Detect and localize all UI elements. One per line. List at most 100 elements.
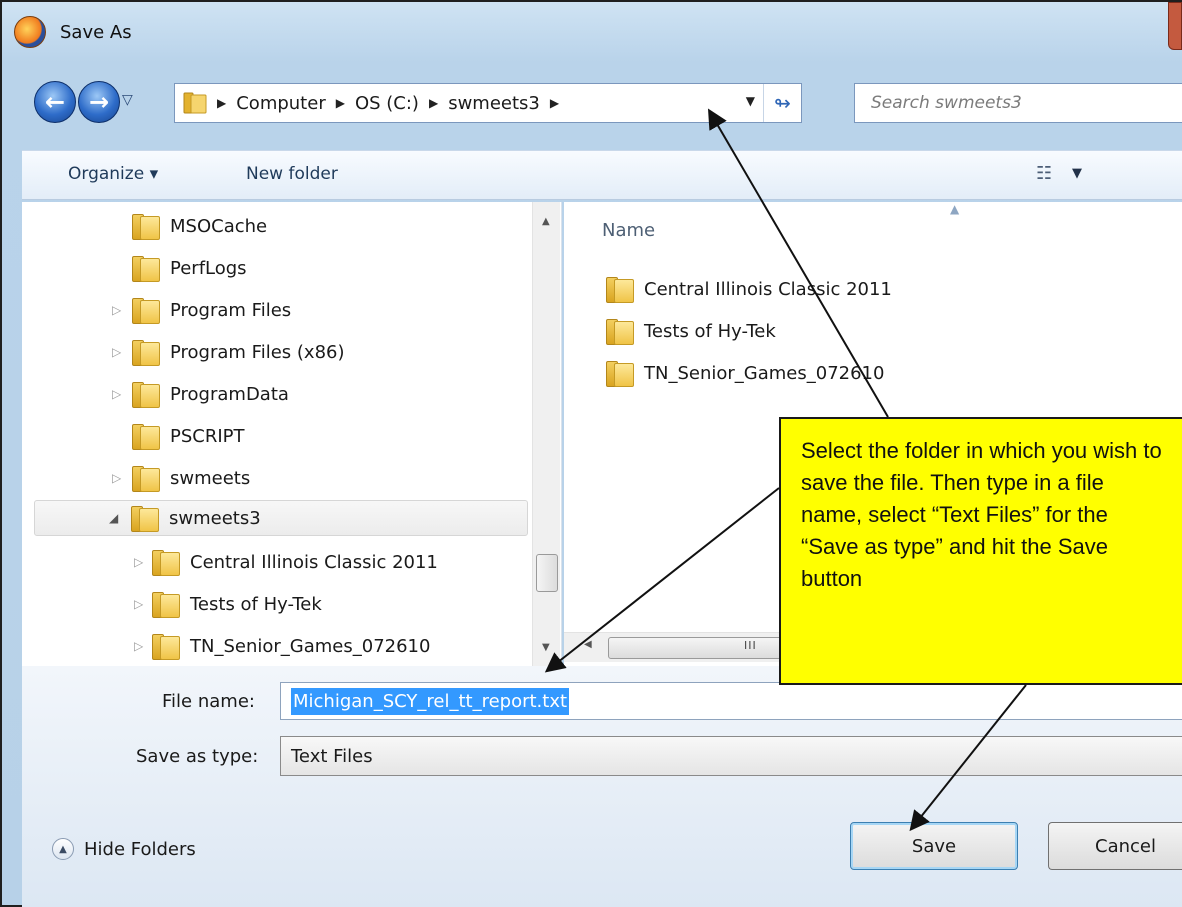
callout-text: Select the folder in which you wish to s… [801, 438, 1162, 591]
chevron-down-icon[interactable]: ▼ [1072, 166, 1082, 181]
tree-item-pscript[interactable]: PSCRIPT [132, 418, 245, 454]
tree-item-label: Program Files [170, 299, 292, 321]
collapse-arrow-icon[interactable]: ◢ [109, 511, 118, 525]
organize-button[interactable]: Organize ▾ [68, 164, 158, 184]
search-placeholder: Search swmeets3 [871, 93, 1022, 113]
tree-item-label: swmeets [170, 467, 251, 489]
file-item-label: Central Illinois Classic 2011 [644, 278, 892, 300]
tree-item-program-files-x86[interactable]: Program Files (x86) [132, 334, 345, 370]
tree-item-swmeets[interactable]: swmeets [132, 460, 250, 496]
save-as-type-select[interactable]: Text Files [280, 736, 1182, 776]
window-title: Save As [60, 21, 132, 43]
cancel-button-label: Cancel [1095, 835, 1156, 857]
tree-item-label: PSCRIPT [170, 425, 245, 447]
tree-item-label: Central Illinois Classic 2011 [190, 551, 438, 573]
navigation-bar: ← → ▽ ▶ Computer ▶ OS (C:) ▶ swmeets3 ▶ … [30, 80, 1182, 128]
tree-item-programdata[interactable]: ProgramData [132, 376, 289, 412]
tree-item-label: ProgramData [170, 383, 289, 405]
cancel-button[interactable]: Cancel [1048, 822, 1182, 870]
tree-item-perflogs[interactable]: PerfLogs [132, 250, 247, 286]
file-name-input[interactable]: Michigan_SCY_rel_tt_report.txt [280, 682, 1182, 720]
expand-arrow-icon[interactable]: ▷ [134, 639, 143, 653]
refresh-icon: ↬ [774, 91, 791, 115]
chevron-right-icon[interactable]: ▶ [336, 96, 345, 110]
expand-arrow-icon[interactable]: ▷ [112, 387, 121, 401]
chevron-right-icon[interactable]: ▶ [550, 96, 559, 110]
file-name-selected-text: Michigan_SCY_rel_tt_report.txt [291, 687, 570, 715]
forward-button[interactable]: → [78, 81, 120, 123]
save-form: File name: Michigan_SCY_rel_tt_report.tx… [22, 666, 1182, 907]
tree-item-label: Program Files (x86) [170, 341, 345, 363]
scrollbar-thumb[interactable] [608, 637, 798, 659]
folder-icon [152, 592, 180, 618]
column-header-name[interactable]: Name [602, 220, 655, 241]
hide-folders-label: Hide Folders [84, 838, 196, 860]
file-item-central-illinois[interactable]: Central Illinois Classic 2011 [606, 272, 892, 306]
file-item-tests-of-hy-tek[interactable]: Tests of Hy-Tek [606, 314, 776, 348]
tree-item-label: swmeets3 [169, 507, 261, 529]
scroll-up-icon[interactable]: ▲ [542, 216, 550, 227]
hide-folders-button[interactable]: ▲ Hide Folders [52, 838, 196, 860]
expand-arrow-icon[interactable]: ▷ [134, 555, 143, 569]
expand-arrow-icon[interactable]: ▷ [112, 345, 121, 359]
folder-icon [132, 298, 160, 324]
tree-item-tests-of-hy-tek[interactable]: Tests of Hy-Tek [152, 586, 322, 622]
arrow-left-icon: ← [44, 88, 66, 116]
tree-item-tn-senior-games[interactable]: TN_Senior_Games_072610 [152, 628, 430, 664]
tree-item-msocache[interactable]: MSOCache [132, 208, 267, 244]
title-bar: Save As [14, 12, 614, 52]
search-input[interactable]: Search swmeets3 [854, 83, 1182, 123]
breadcrumb-os-c[interactable]: OS (C:) [355, 93, 419, 114]
command-toolbar: Organize ▾ New folder ☷ ▼ [22, 150, 1182, 200]
expand-arrow-icon[interactable]: ▷ [112, 303, 121, 317]
back-button[interactable]: ← [34, 81, 76, 123]
chevron-up-icon: ▲ [52, 838, 74, 860]
file-item-label: Tests of Hy-Tek [644, 320, 776, 342]
folder-icon [606, 361, 634, 387]
folder-icon [132, 382, 160, 408]
expand-arrow-icon[interactable]: ▷ [112, 471, 121, 485]
scroll-down-icon[interactable]: ▼ [542, 642, 550, 653]
tree-item-label: PerfLogs [170, 257, 247, 279]
arrow-right-icon: → [88, 88, 110, 116]
tree-item-program-files[interactable]: Program Files [132, 292, 291, 328]
folder-icon [132, 256, 160, 282]
folder-icon [183, 92, 207, 114]
sort-ascending-icon: ▲ [950, 202, 960, 216]
address-dropdown-icon[interactable]: ▼ [746, 94, 755, 108]
expand-arrow-icon[interactable]: ▷ [134, 597, 143, 611]
folder-icon [606, 277, 634, 303]
recent-pages-dropdown[interactable]: ▽ [122, 92, 133, 108]
address-bar[interactable]: ▶ Computer ▶ OS (C:) ▶ swmeets3 ▶ ▼ ↬ [174, 83, 802, 123]
folder-icon [132, 424, 160, 450]
chevron-right-icon[interactable]: ▶ [429, 96, 438, 110]
scrollbar-thumb[interactable] [536, 554, 558, 592]
folder-icon [152, 550, 180, 576]
breadcrumb-swmeets3[interactable]: swmeets3 [448, 93, 540, 114]
file-name-label: File name: [162, 691, 255, 712]
breadcrumb-computer[interactable]: Computer [236, 93, 325, 114]
file-item-label: TN_Senior_Games_072610 [644, 362, 885, 384]
tree-item-swmeets3[interactable]: ◢ swmeets3 [34, 500, 528, 536]
folder-icon [132, 340, 160, 366]
new-folder-button[interactable]: New folder [246, 164, 338, 184]
folder-icon [606, 319, 634, 345]
refresh-button[interactable]: ↬ [763, 84, 801, 122]
folder-icon [131, 506, 159, 532]
tree-item-label: Tests of Hy-Tek [190, 593, 322, 615]
file-item-tn-senior-games[interactable]: TN_Senior_Games_072610 [606, 356, 884, 390]
view-options-icon[interactable]: ☷ [1036, 163, 1052, 184]
scrollbar-grip-icon: III [744, 639, 757, 652]
close-button[interactable] [1168, 2, 1182, 50]
instruction-callout: Select the folder in which you wish to s… [779, 417, 1182, 685]
save-button-label: Save [911, 835, 957, 857]
scroll-left-icon[interactable]: ◀ [584, 639, 592, 650]
save-button[interactable]: Save [850, 822, 1018, 870]
tree-item-central-illinois[interactable]: Central Illinois Classic 2011 [152, 544, 438, 580]
chevron-right-icon: ▶ [217, 96, 227, 110]
folder-icon [132, 466, 160, 492]
navigation-pane: MSOCache PerfLogs ▷ Program Files ▷ Prog… [22, 202, 562, 666]
save-as-type-label: Save as type: [136, 746, 259, 767]
folder-icon [152, 634, 180, 660]
nav-pane-scrollbar[interactable]: ▲ ▼ [532, 202, 560, 666]
